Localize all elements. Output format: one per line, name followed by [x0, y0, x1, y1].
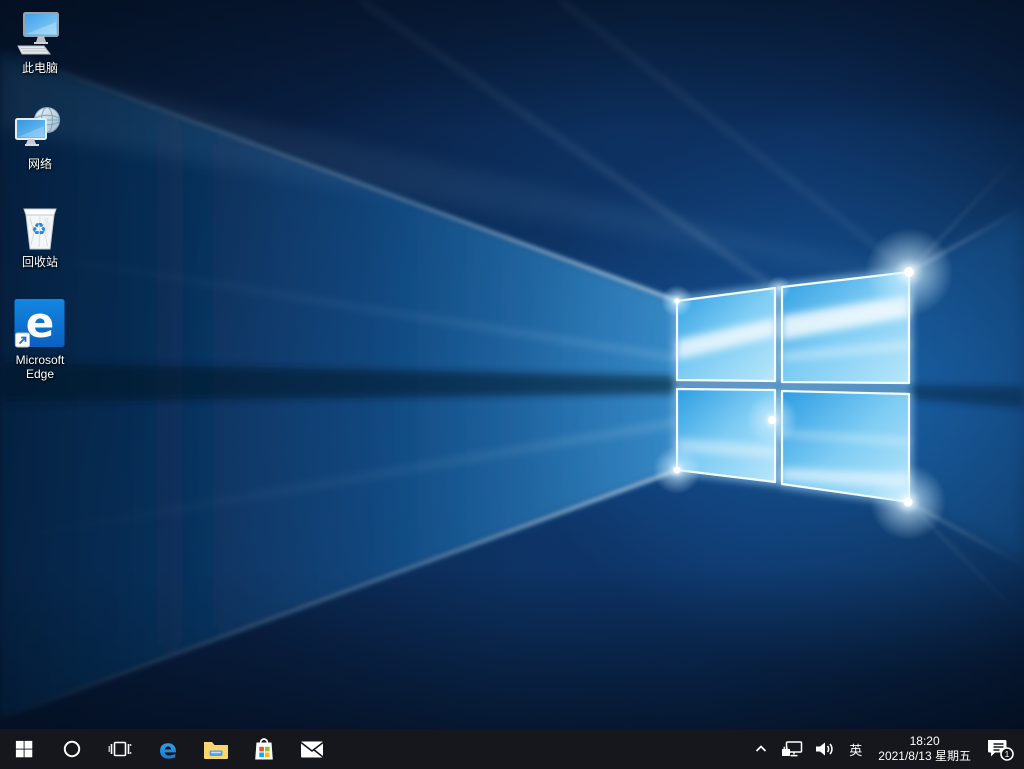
edge-shortcut-icon: e [2, 298, 78, 350]
desktop-wallpaper: 此电脑 网络 ♻ 回收站 e Microsoft Edge [0, 0, 1024, 729]
speaker-icon [816, 742, 833, 756]
edge-e-icon: e [159, 736, 177, 762]
windows-hero-wallpaper-art [0, 0, 1024, 720]
folder-icon [204, 742, 228, 759]
tray-date: 2021/8/13 星期五 [878, 749, 971, 763]
envelope-icon [300, 741, 324, 758]
taskbar-edge-button[interactable]: e [144, 729, 192, 769]
taskbar-file-explorer-button[interactable] [192, 729, 240, 769]
desktop-icon-label: Microsoft Edge [15, 353, 65, 381]
this-pc-icon [2, 6, 78, 58]
action-center-button[interactable]: 1 [979, 729, 1024, 769]
tray-time: 18:20 [909, 734, 940, 748]
network-icon [2, 102, 78, 154]
chevron-up-icon [756, 745, 767, 752]
taskbar: e 英 18:20 2021/8/13 星期五 1 [0, 729, 1024, 769]
desktop-icon-microsoft-edge[interactable]: e Microsoft Edge [2, 298, 78, 381]
desktop-icon-label: 回收站 [21, 255, 58, 269]
tray-clock[interactable]: 18:20 2021/8/13 星期五 [870, 729, 979, 769]
cortana-circle-icon [63, 740, 81, 758]
desktop-icon-this-pc[interactable]: 此电脑 [2, 6, 78, 75]
store-bag-icon [255, 738, 273, 760]
action-center-icon: 1 [988, 739, 1014, 761]
network-ethernet-icon [782, 740, 803, 756]
task-view-icon [108, 741, 132, 757]
recycle-bin-icon: ♻ [2, 200, 78, 252]
desktop-icon-recycle-bin[interactable]: ♻ 回收站 [2, 200, 78, 269]
desktop-icon-label: 网络 [27, 157, 52, 171]
desktop-icon-label: 此电脑 [21, 61, 58, 75]
cortana-search-button[interactable] [48, 729, 96, 769]
svg-text:e: e [159, 736, 177, 762]
desktop-icon-network[interactable]: 网络 [2, 102, 78, 171]
show-hidden-icons-button[interactable] [747, 729, 775, 769]
start-button[interactable] [0, 729, 48, 769]
network-tray-button[interactable] [775, 729, 809, 769]
task-view-button[interactable] [96, 729, 144, 769]
notification-badge-count: 1 [1005, 749, 1010, 759]
svg-text:e: e [26, 298, 55, 347]
taskbar-mail-button[interactable] [288, 729, 336, 769]
volume-tray-button[interactable] [809, 729, 841, 769]
windows-logo-icon [15, 740, 33, 758]
windows-desktop-screen: 此电脑 网络 ♻ 回收站 e Microsoft Edge e 英 18:20 … [0, 0, 1024, 769]
taskbar-store-button[interactable] [240, 729, 288, 769]
system-tray: 英 18:20 2021/8/13 星期五 1 [747, 729, 1024, 769]
ime-language-indicator[interactable]: 英 [841, 729, 870, 769]
svg-text:♻: ♻ [31, 220, 46, 240]
